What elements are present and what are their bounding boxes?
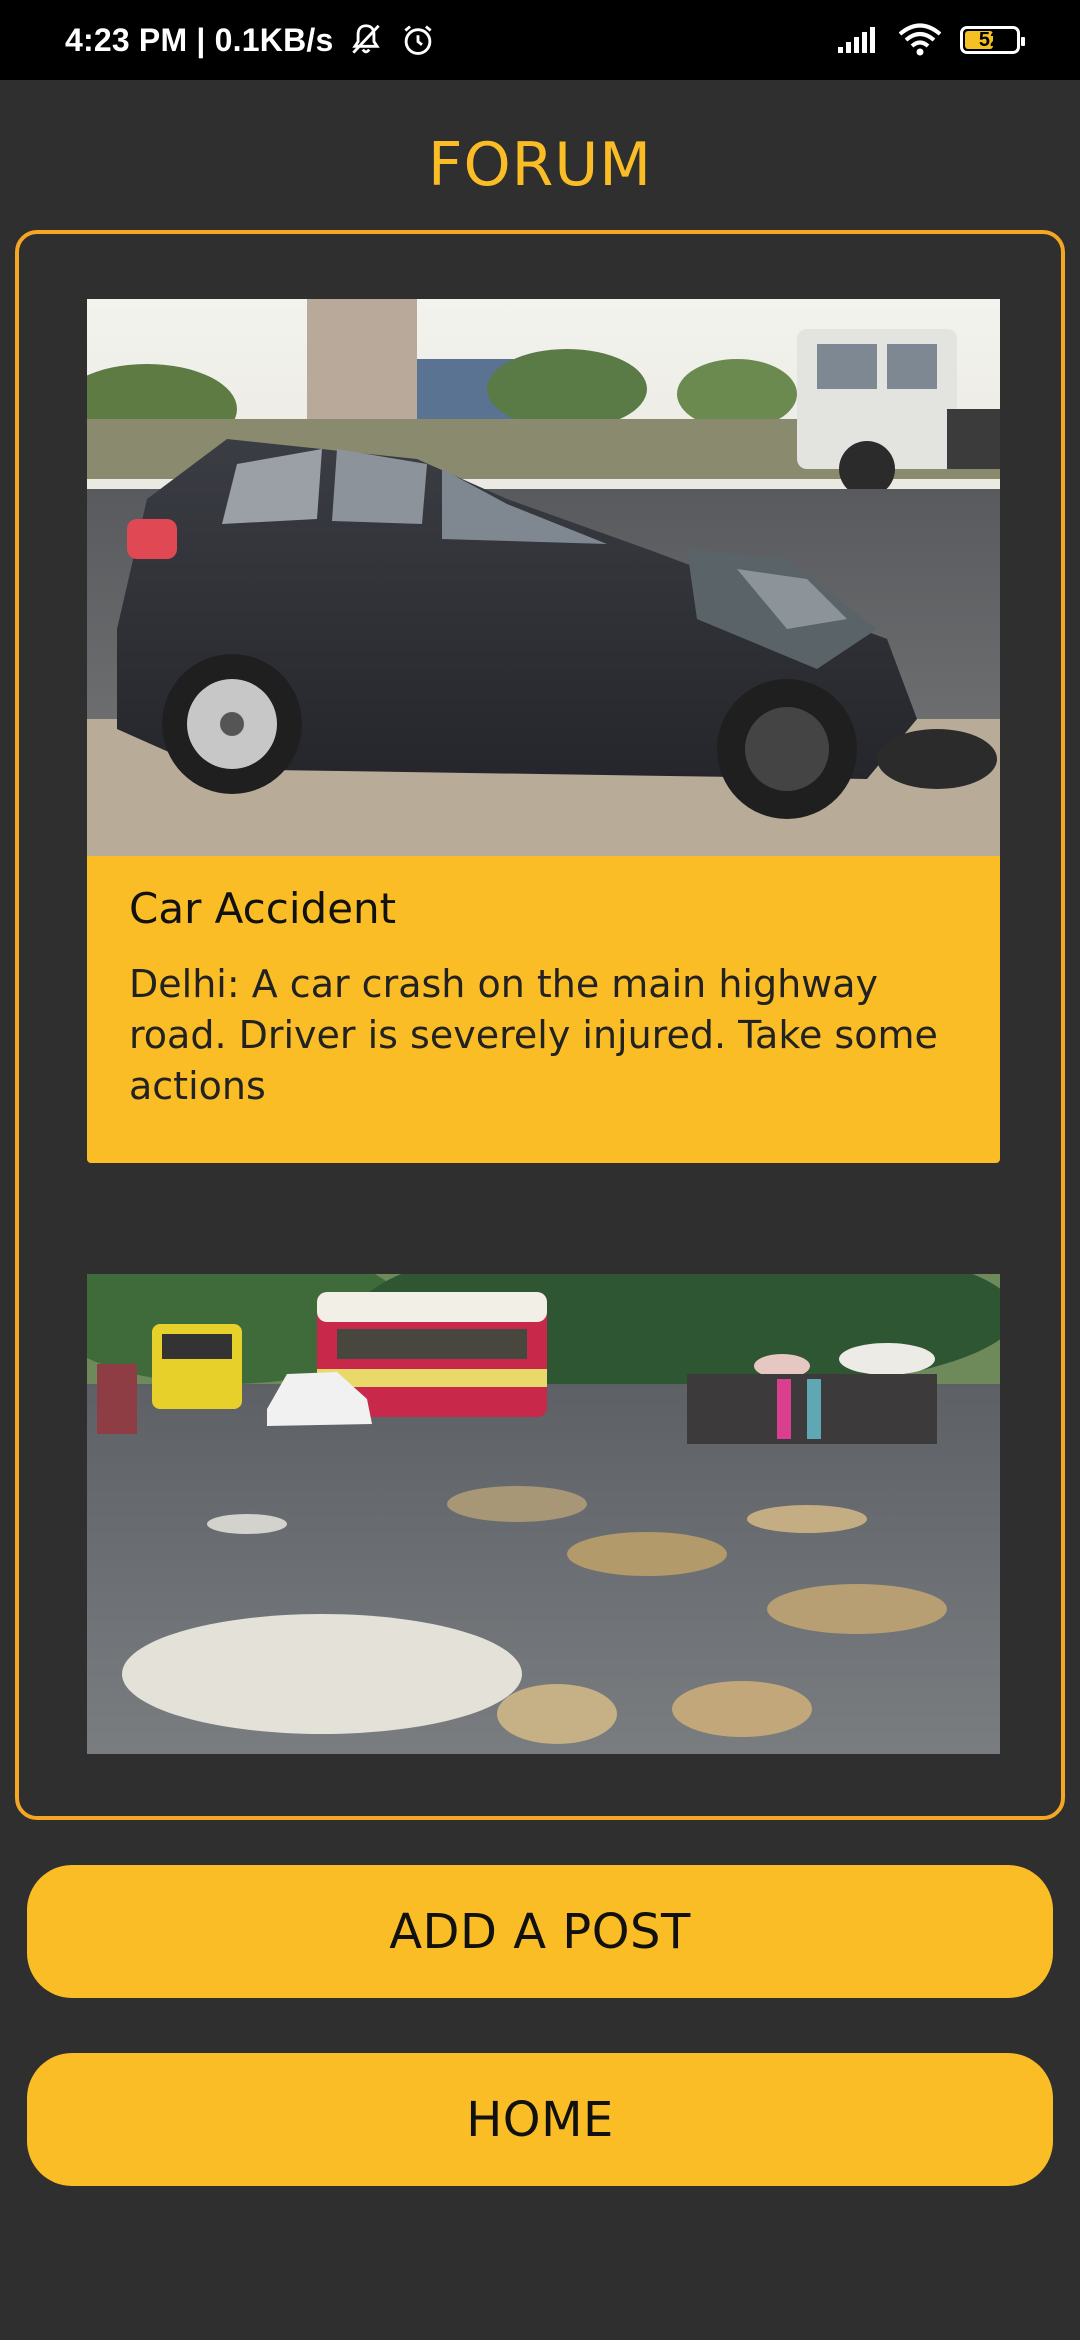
status-bar: 4:23 PM | 0.1KB/s 52 — [0, 0, 1080, 80]
wifi-icon — [898, 23, 942, 57]
post-body: Car Accident Delhi: A car crash on the m… — [87, 856, 1000, 1163]
mute-bell-icon — [347, 21, 385, 59]
post-image-car-crash — [87, 299, 1000, 856]
battery-level: 52 — [978, 28, 1002, 51]
signal-icon — [836, 25, 880, 55]
status-time-speed: 4:23 PM | 0.1KB/s — [65, 21, 334, 58]
status-right: 52 — [836, 0, 1025, 80]
post-image-pothole-road — [87, 1274, 1000, 1754]
home-button[interactable]: HOME — [27, 2053, 1053, 2186]
post-card[interactable]: Car Accident Delhi: A car crash on the m… — [87, 299, 1000, 1163]
status-left: 4:23 PM | 0.1KB/s — [65, 0, 437, 80]
post-card[interactable] — [87, 1274, 1000, 1754]
alarm-icon — [399, 21, 437, 59]
post-description: Delhi: A car crash on the main highway r… — [129, 962, 938, 1108]
battery-icon: 52 — [960, 26, 1025, 54]
battery-tip — [1021, 37, 1025, 46]
add-post-button[interactable]: ADD A POST — [27, 1865, 1053, 1998]
forum-post-list[interactable]: Car Accident Delhi: A car crash on the m… — [15, 230, 1065, 1820]
page-title: FORUM — [427, 130, 653, 200]
post-title: Car Accident — [129, 884, 397, 933]
